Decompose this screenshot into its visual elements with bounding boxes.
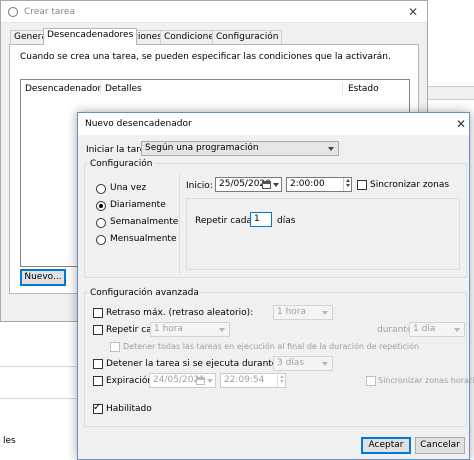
start-task-select[interactable]: Según una programación [141,141,339,156]
delay-checkbox[interactable] [93,308,103,318]
background-divider [0,366,77,367]
stop-task-select[interactable]: 3 días [273,356,333,371]
expire-sync-label[interactable]: Sincronizar zonas horaria [378,376,474,385]
column-divider [100,82,101,95]
close-icon[interactable]: ✕ [456,117,466,131]
repeat-select[interactable]: 1 hora [150,322,230,337]
radio-daily-label[interactable]: Diariamente [110,200,166,210]
duration-value: 1 día [413,324,436,334]
clock-icon [8,7,18,17]
stop-all-label[interactable]: Detener todas las tareas en ejecución al… [123,342,419,351]
tab-settings[interactable]: Configuración [212,30,283,44]
days-label: días [277,216,296,226]
radio-once-label[interactable]: Una vez [110,183,146,193]
advanced-group: Configuración avanzada Retraso máx. (ret… [84,288,474,427]
accept-button[interactable]: Aceptar [361,437,411,454]
radio-monthly[interactable] [96,235,106,245]
start-time-label: Inicio: [186,181,213,191]
column-status[interactable]: Estado [348,84,379,94]
delay-value: 1 hora [277,307,307,317]
advanced-group-label: Configuración avanzada [88,288,201,298]
expire-sync-checkbox[interactable] [366,376,376,386]
chevron-down-icon [322,362,328,366]
repeat-every-value: 1 [254,214,260,224]
enabled-label[interactable]: Habilitado [106,404,152,414]
chevron-down-icon [454,328,460,332]
chevron-down-icon [328,147,334,151]
repeat-every-label: Repetir cada: [195,216,255,226]
column-divider [342,82,343,95]
window-title: Crear tarea [24,7,75,17]
background-divider [0,398,77,399]
expire-date-field[interactable]: 24/05/2021 [149,373,216,388]
checkmark-icon: ✓ [93,402,102,413]
radio-weekly-label[interactable]: Semanalmente [110,217,178,227]
expire-checkbox[interactable] [93,376,103,386]
stop-task-value: 3 días [277,358,305,368]
config-group: Configuración Una vez Diariamente Semana… [84,159,467,278]
expire-time-field[interactable]: 22:09:54 [220,373,286,388]
background-text: les [3,436,16,446]
stop-all-checkbox[interactable] [110,342,120,352]
expire-time-value: 22:09:54 [224,375,265,385]
close-icon[interactable]: ✕ [408,5,418,19]
column-trigger[interactable]: Desencadenador [25,84,101,94]
repeat-every-input[interactable]: 1 [250,212,272,227]
radio-daily[interactable] [96,201,106,211]
config-separator [179,174,180,274]
dialog-titlebar: Nuevo desencadenador ✕ [78,113,469,135]
time-spinner-icon [277,374,285,387]
delay-label[interactable]: Retraso máx. (retraso aleatorio): [106,308,253,318]
chevron-down-icon [322,311,328,315]
radio-once[interactable] [96,184,106,194]
window-titlebar: Crear tarea ✕ [1,1,427,23]
radio-weekly[interactable] [96,218,106,228]
enabled-checkbox[interactable]: ✓ [93,402,103,414]
start-date-field[interactable]: 25/05/2020 [215,177,282,192]
new-trigger-dialog: Nuevo desencadenador ✕ Iniciar la tarea:… [77,112,474,460]
tab-triggers[interactable]: Desencadenadores [43,28,138,45]
start-time-field[interactable]: 2:00:00 [286,177,352,192]
sync-zones-checkbox[interactable] [357,180,367,190]
start-task-value: Según una programación [145,143,259,153]
start-time-value: 2:00:00 [290,179,325,189]
calendar-icon[interactable] [262,181,271,189]
dialog-title: Nuevo desencadenador [85,119,192,129]
chevron-down-icon[interactable] [273,183,279,187]
duration-select[interactable]: 1 día [409,322,465,337]
repeat-checkbox[interactable] [93,325,103,335]
calendar-icon [196,377,205,385]
triggers-description: Cuando se crea una tarea, se pueden espe… [20,52,391,62]
time-spinner-icon[interactable] [343,178,351,191]
new-trigger-button[interactable]: Nuevo... [20,269,66,286]
repeat-value: 1 hora [154,324,184,334]
chevron-down-icon [219,328,225,332]
delay-select[interactable]: 1 hora [273,305,333,320]
radio-monthly-label[interactable]: Mensualmente [110,234,177,244]
sync-zones-label[interactable]: Sincronizar zonas [370,180,449,190]
background-window-edge [428,86,474,100]
column-details[interactable]: Detalles [105,84,142,94]
config-group-label: Configuración [88,159,155,169]
cancel-button[interactable]: Cancelar [415,437,465,454]
stop-task-checkbox[interactable] [93,359,103,369]
repeat-box [186,198,460,270]
chevron-down-icon [207,379,213,383]
